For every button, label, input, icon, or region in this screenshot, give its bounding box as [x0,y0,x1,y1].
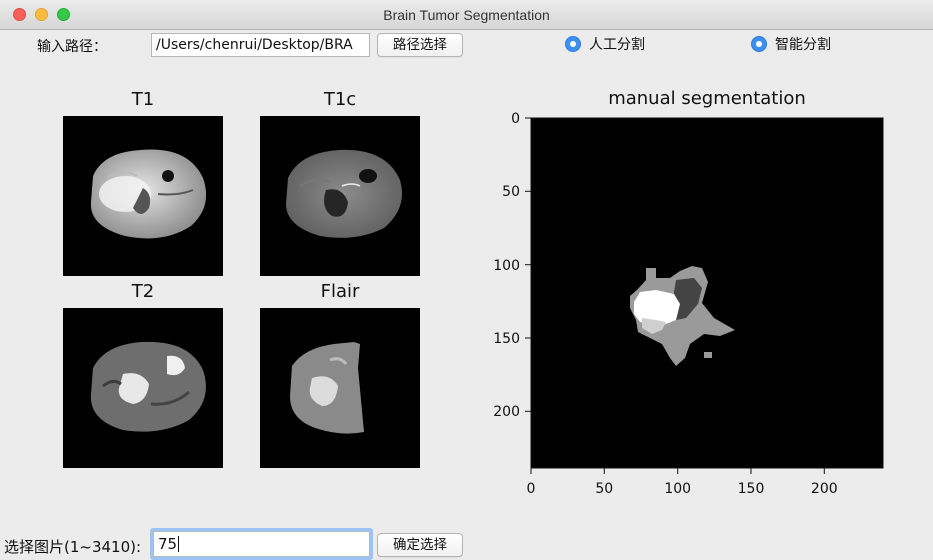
image-index-value: 75 [158,535,178,553]
flair-title: Flair [320,281,360,302]
segmentation-plot: 0 50 100 150 200 0 50 100 150 200 [493,111,884,497]
image-index-input[interactable]: 75 [153,531,370,557]
radio-manual-segmentation[interactable]: 人工分割 [565,33,665,55]
t2-title: T2 [131,281,155,302]
y-tick-label: 50 [502,184,520,200]
x-tick-label: 100 [664,481,691,497]
radio-smart-label: 智能分割 [775,37,831,53]
t1-title: T1 [131,89,155,110]
window-title: Brain Tumor Segmentation [383,7,550,23]
t2-brain-image [63,308,223,468]
browse-path-button[interactable]: 路径选择 [377,33,463,57]
radio-smart-segmentation[interactable]: 智能分割 [751,33,851,55]
t1-brain-image [63,116,223,276]
t1c-brain-image [260,116,420,276]
x-tick-label: 200 [811,481,838,497]
x-tick-label: 0 [527,481,536,497]
radio-selected-icon [565,36,581,52]
y-tick-label: 0 [511,111,520,127]
path-label: 输入路径： [37,39,107,55]
y-tick-label: 200 [493,404,520,420]
flair-brain-image [260,308,420,468]
plot-title: manual segmentation [608,88,806,109]
y-tick-label: 100 [493,258,520,274]
image-index-label: 选择图片(1~3410): [4,538,142,556]
x-tick-label: 50 [595,481,613,497]
t1c-title: T1c [323,89,357,110]
path-input[interactable]: /Users/chenrui/Desktop/BRA [151,33,370,57]
plot-area [531,118,883,468]
text-cursor [178,536,180,552]
window-title-bar: Brain Tumor Segmentation [0,0,933,30]
radio-selected-icon [751,36,767,52]
radio-manual-label: 人工分割 [589,37,645,53]
confirm-selection-button[interactable]: 确定选择 [377,533,463,557]
y-axis: 0 50 100 150 200 [493,111,531,420]
y-tick-label: 150 [493,331,520,347]
x-axis: 0 50 100 150 200 [527,468,838,497]
x-tick-label: 150 [738,481,765,497]
